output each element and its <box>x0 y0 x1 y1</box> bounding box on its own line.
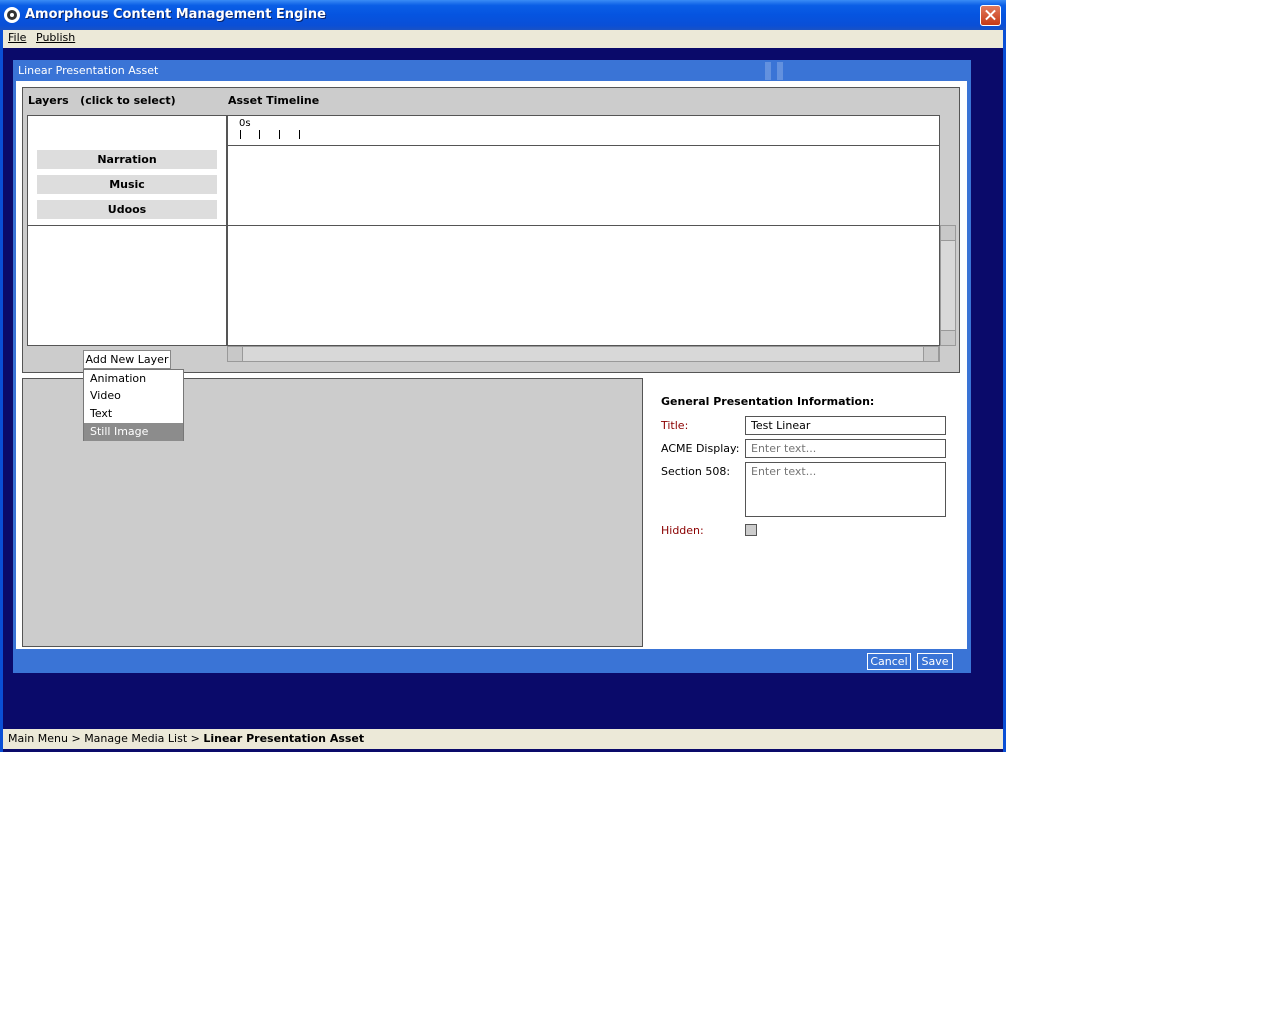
hidden-label: Hidden: <box>661 524 704 537</box>
scroll-down-button[interactable] <box>940 330 956 346</box>
acme-display-label: ACME Display: <box>661 442 740 455</box>
layer-narration[interactable]: Narration <box>37 150 217 169</box>
timeline-heading: Asset Timeline <box>228 94 320 107</box>
breadcrumb-current: Linear Presentation Asset <box>203 732 365 745</box>
close-icon[interactable] <box>980 5 1001 26</box>
option-animation[interactable]: Animation <box>84 370 183 388</box>
timeline-ruler <box>227 115 940 146</box>
menu-publish[interactable]: Publish <box>36 31 75 44</box>
window-border-left <box>0 30 3 752</box>
dialog-title: Linear Presentation Asset <box>18 64 159 77</box>
info-heading: General Presentation Information: <box>661 395 875 408</box>
section-508-label: Section 508: <box>661 465 731 478</box>
title-input[interactable] <box>745 416 946 435</box>
scroll-up-button[interactable] <box>940 225 956 241</box>
scroll-left-button[interactable] <box>227 346 243 362</box>
acme-display-input[interactable] <box>745 439 946 458</box>
timeline-tracks[interactable] <box>227 145 940 226</box>
add-new-layer-button[interactable]: Add New Layer <box>83 350 171 369</box>
title-label: Title: <box>661 419 689 432</box>
breadcrumb: Main Menu > Manage Media List > Linear P… <box>8 732 364 745</box>
menu-publish-label: Publish <box>36 31 76 44</box>
menu-file-label: File <box>8 31 27 44</box>
breadcrumb-manage-media[interactable]: Manage Media List <box>84 732 187 745</box>
ruler-tick <box>240 130 241 139</box>
breadcrumb-separator: > <box>190 732 200 745</box>
ruler-tick <box>279 130 280 139</box>
layer-music[interactable]: Music <box>37 175 217 194</box>
layers-heading: Layers (click to select) <box>28 94 176 107</box>
section-508-input[interactable] <box>745 462 946 517</box>
scroll-right-button[interactable] <box>923 346 939 362</box>
option-text[interactable]: Text <box>84 405 183 423</box>
menu-file[interactable]: File <box>8 31 26 44</box>
hidden-checkbox[interactable] <box>745 524 757 536</box>
option-still-image[interactable]: Still Image <box>84 423 183 441</box>
gear-icon <box>4 7 20 23</box>
window-title: Amorphous Content Management Engine <box>25 7 326 22</box>
cancel-button[interactable]: Cancel <box>867 653 911 670</box>
menu-bar <box>3 30 1003 48</box>
horizontal-scrollbar[interactable] <box>227 346 940 362</box>
save-button[interactable]: Save <box>917 653 953 670</box>
ruler-tick <box>259 130 260 139</box>
breadcrumb-separator: > <box>71 732 81 745</box>
window-border-right <box>1003 30 1006 752</box>
ruler-label: 0s <box>239 118 251 129</box>
vertical-scrollbar[interactable] <box>940 225 956 346</box>
option-video[interactable]: Video <box>84 387 183 405</box>
layer-udoos[interactable]: Udoos <box>37 200 217 219</box>
ruler-tick <box>299 130 300 139</box>
layers-empty-area <box>27 225 227 346</box>
breadcrumb-main-menu[interactable]: Main Menu <box>8 732 68 745</box>
dialog-title-decoration <box>765 62 789 80</box>
timeline-tracks-empty[interactable] <box>227 225 940 346</box>
